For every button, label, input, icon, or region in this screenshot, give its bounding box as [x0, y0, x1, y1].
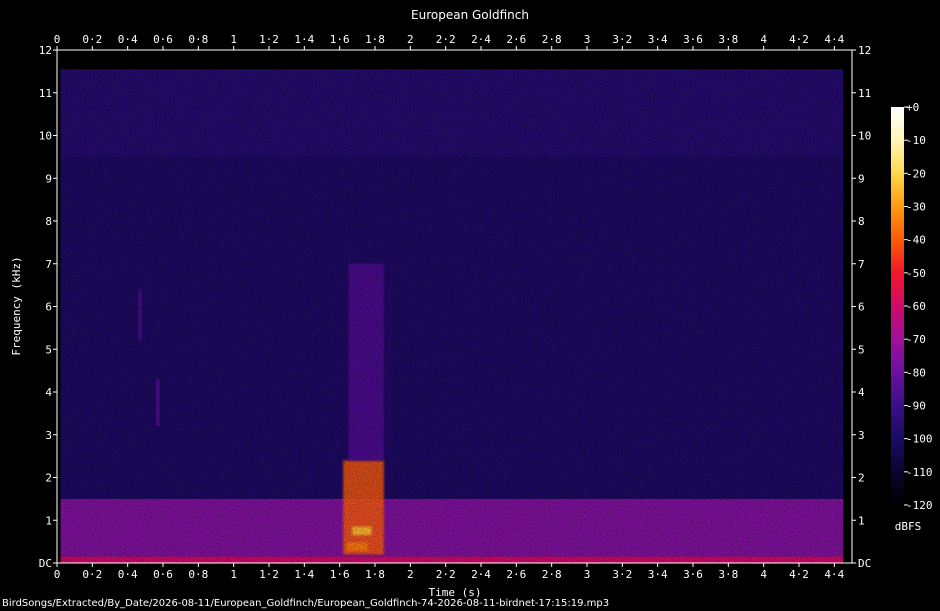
chart-title: European Goldfinch: [411, 8, 529, 22]
x-tick-label-bottom: 1·8: [365, 568, 385, 581]
x-tick-label-bottom: 4: [760, 568, 767, 581]
y-tick-label-left: 10: [39, 130, 52, 143]
y-tick-label-right: 6: [858, 301, 865, 314]
y-tick-label-left: 2: [45, 472, 52, 485]
x-tick-label-top: 0·4: [118, 33, 138, 46]
spectrogram-figure: European Goldfinch 0 0·2 0·4 0·6 0·8 1 1·2 1·4 1…: [2, 8, 933, 609]
x-tick-label-top: 2·6: [506, 33, 526, 46]
colorbar-tick-label: +0: [906, 101, 919, 114]
x-tick-label-bottom: 0: [54, 568, 61, 581]
y-tick-label-left: 7: [45, 258, 52, 271]
y-tick-label-left: 8: [45, 215, 52, 228]
y-tick-label-left: 5: [45, 343, 52, 356]
x-tick-label-bottom: 4·2: [789, 568, 809, 581]
y-tick-label-left: 4: [45, 386, 52, 399]
x-tick-label-top: 1·6: [330, 33, 350, 46]
y-tick-label-right: 7: [858, 258, 865, 271]
colorbar-tick-label: -20: [906, 167, 926, 180]
y-tick-label-left: 6: [45, 301, 52, 314]
y-tick-label-left: 1: [45, 514, 52, 527]
y-tick-label-left: 11: [39, 87, 52, 100]
x-tick-label-bottom: 0·8: [188, 568, 208, 581]
y-tick-label-right: 9: [858, 172, 865, 185]
x-tick-label-bottom: 1·4: [294, 568, 314, 581]
colorbar-tick-label: -80: [906, 366, 926, 379]
y-tick-label-right: 5: [858, 343, 865, 356]
x-tick-label-bottom: 4·4: [824, 568, 844, 581]
colorbar-tick-label: -30: [906, 201, 926, 214]
x-tick-label-bottom: 0·2: [82, 568, 102, 581]
x-tick-label-bottom: 3: [584, 568, 591, 581]
x-tick-label-bottom: 1·6: [330, 568, 350, 581]
x-tick-label-bottom: 1: [230, 568, 237, 581]
colorbar-tick-label: -40: [906, 234, 926, 247]
x-tick-label-bottom: 3·8: [718, 568, 738, 581]
x-tick-label-top: 1·2: [259, 33, 279, 46]
y-axis-right: DC123456789101112: [852, 44, 871, 570]
x-tick-label-bottom: 3·4: [648, 568, 668, 581]
file-path-footer: BirdSongs/Extracted/By_Date/2026-08-11/E…: [2, 598, 609, 609]
x-axis-top: 0 0·2 0·4 0·6 0·8 1 1·2 1·4 1·6 1·8 2 2·2 2·4 2·6 2·8 3…: [54, 33, 845, 50]
y-axis-label: Frequency (kHz): [10, 256, 23, 355]
x-tick-label-top: 2: [407, 33, 414, 46]
x-tick-label-bottom: 2·8: [542, 568, 562, 581]
x-tick-label-bottom: 1·2: [259, 568, 279, 581]
x-tick-label-bottom: 2·4: [471, 568, 491, 581]
x-tick-label-top: 0·2: [82, 33, 102, 46]
noise-texture: [57, 50, 852, 563]
y-tick-label-right: 10: [858, 130, 871, 143]
colorbar-tick-label: -90: [906, 400, 926, 413]
x-tick-label-top: 1·8: [365, 33, 385, 46]
y-axis-left: DC123456789101112: [39, 44, 57, 570]
x-tick-label-top: 3: [584, 33, 591, 46]
x-tick-label-bottom: 2·2: [436, 568, 456, 581]
y-tick-label-left: DC: [39, 557, 52, 570]
colorbar-tick-label: -10: [906, 134, 926, 147]
colorbar-tick-label: -120: [906, 499, 933, 512]
x-tick-label-bottom: 3·2: [612, 568, 632, 581]
x-tick-label-bottom: 0·4: [118, 568, 138, 581]
colorbar-tick-label: -110: [906, 466, 933, 479]
x-tick-label-top: 3·2: [612, 33, 632, 46]
spectrogram-plot-area: [57, 50, 852, 563]
x-tick-label-top: 4: [760, 33, 767, 46]
x-axis-bottom: 0 0·2 0·4 0·6 0·8 1 1·2 1·4 1·6 1·8 2 2·2 2·4 2·6 2·8 3…: [54, 563, 845, 581]
y-tick-label-right: 2: [858, 472, 865, 485]
x-tick-label-bottom: 0·6: [153, 568, 173, 581]
x-tick-label-top: 2·4: [471, 33, 491, 46]
x-tick-label-top: 4·4: [824, 33, 844, 46]
x-tick-label-top: 2·8: [542, 33, 562, 46]
y-tick-label-right: 11: [858, 87, 871, 100]
x-tick-label-bottom: 3·6: [683, 568, 703, 581]
y-tick-label-left: 3: [45, 429, 52, 442]
x-tick-label-top: 3·6: [683, 33, 703, 46]
x-tick-label-top: 0·6: [153, 33, 173, 46]
colorbar-label: dBFS: [895, 520, 922, 533]
x-tick-label-bottom: 2·6: [506, 568, 526, 581]
x-tick-label-top: 1: [230, 33, 237, 46]
colorbar-tick-label: -60: [906, 300, 926, 313]
colorbar: +0 -10 -20 -30 -40 -50 -60 -70 -80 -90 -100 -110 -12…: [891, 101, 933, 533]
y-tick-label-right: DC: [858, 557, 871, 570]
colorbar-tick-label: -50: [906, 267, 926, 280]
x-tick-label-top: 0: [54, 33, 61, 46]
y-tick-label-right: 8: [858, 215, 865, 228]
y-tick-label-right: 3: [858, 429, 865, 442]
colorbar-gradient: [891, 107, 904, 505]
colorbar-tick-label: -70: [906, 333, 926, 346]
x-tick-label-top: 1·4: [294, 33, 314, 46]
y-tick-label-right: 12: [858, 44, 871, 57]
x-tick-label-top: 4·2: [789, 33, 809, 46]
x-tick-label-bottom: 2: [407, 568, 414, 581]
y-tick-label-left: 9: [45, 172, 52, 185]
y-tick-label-left: 12: [39, 44, 52, 57]
y-tick-label-right: 1: [858, 514, 865, 527]
colorbar-tick-label: -100: [906, 433, 933, 446]
colorbar-ticks: +0 -10 -20 -30 -40 -50 -60 -70 -80 -90 -100 -110 -12…: [904, 101, 933, 512]
x-tick-label-top: 3·8: [718, 33, 738, 46]
x-tick-label-top: 2·2: [436, 33, 456, 46]
x-tick-label-top: 3·4: [648, 33, 668, 46]
x-tick-label-top: 0·8: [188, 33, 208, 46]
y-tick-label-right: 4: [858, 386, 865, 399]
